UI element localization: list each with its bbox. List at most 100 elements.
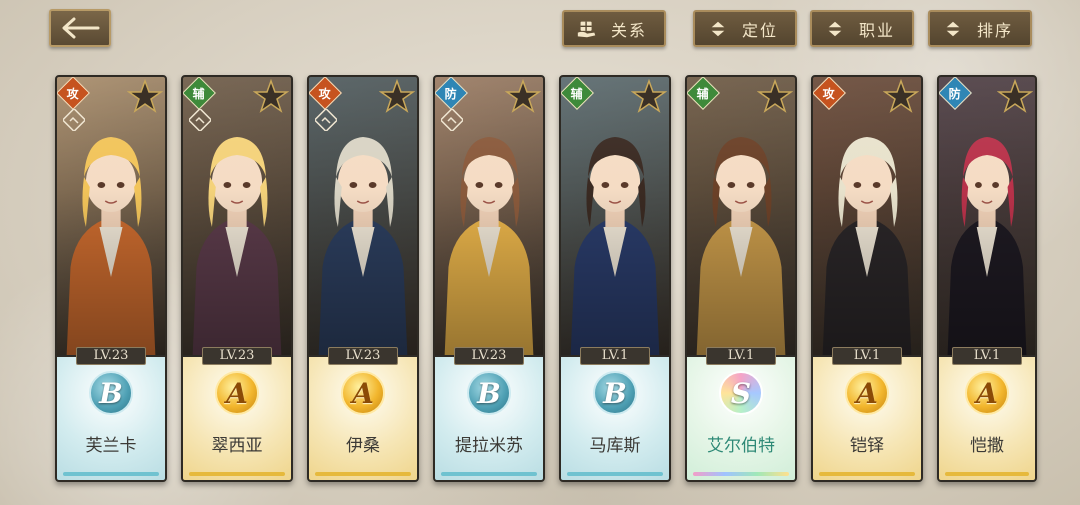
grade-badge: A: [341, 371, 385, 415]
character-name: 恺撒: [970, 436, 1004, 456]
character-card[interactable]: 攻 LV.23 A 伊桑: [307, 75, 419, 482]
character-info: A 铠铎: [813, 357, 921, 480]
sort-updown-icon: [940, 16, 966, 42]
link-icon: [315, 109, 337, 131]
grade-badge: S: [719, 371, 763, 415]
character-card[interactable]: 防 LV.23 B 提拉米苏: [433, 75, 545, 482]
portrait-shade: [939, 77, 1035, 355]
character-name: 马库斯: [589, 436, 641, 456]
role-label: 防: [444, 86, 458, 101]
character-name: 伊桑: [346, 436, 380, 456]
portrait-shade: [813, 77, 921, 355]
link-icon: [63, 109, 85, 131]
rarity-bar: [567, 472, 663, 476]
level-label: LV.23: [454, 347, 524, 365]
level-label: LV.1: [706, 347, 776, 365]
character-portrait: [687, 77, 795, 355]
star-icon: [883, 79, 919, 113]
character-info: A 翠西亚: [183, 357, 291, 480]
grade-badge: A: [215, 371, 259, 415]
level-label: LV.1: [952, 347, 1022, 365]
character-info: A 伊桑: [309, 357, 417, 480]
grade-letter: S: [730, 376, 752, 410]
grade-letter: A: [352, 376, 374, 410]
character-name: 翠西亚: [211, 436, 263, 456]
rarity-bar: [819, 472, 915, 476]
portrait-shade: [561, 77, 669, 355]
star-icon: [379, 79, 415, 113]
relation-label: 关系: [610, 20, 647, 40]
character-portrait: [813, 77, 921, 355]
grade-badge: A: [845, 371, 889, 415]
star-icon: [757, 79, 793, 113]
job-label: 职业: [858, 20, 895, 40]
character-name: 芙兰卡: [85, 436, 137, 456]
grade-letter: A: [976, 376, 998, 410]
grade-letter: A: [856, 376, 878, 410]
level-label: LV.1: [832, 347, 902, 365]
gift-hand-icon: [574, 16, 600, 42]
relation-button[interactable]: 关系: [562, 10, 666, 47]
sort-label: 排序: [976, 20, 1013, 40]
sort-button[interactable]: 排序: [928, 10, 1032, 47]
rarity-bar: [945, 472, 1029, 476]
star-icon: [997, 79, 1033, 113]
role-label: 辅: [192, 86, 206, 101]
rarity-bar: [63, 472, 159, 476]
link-icon: [441, 109, 463, 131]
character-info: A 恺撒: [939, 357, 1035, 480]
top-toolbar: 关系 定位 职业 排序: [0, 0, 1080, 60]
character-portrait: [561, 77, 669, 355]
rarity-bar: [693, 472, 789, 476]
link-icon: [189, 109, 211, 131]
grade-badge: B: [467, 371, 511, 415]
rarity-bar: [315, 472, 411, 476]
position-filter-button[interactable]: 定位: [693, 10, 797, 47]
star-icon: [127, 79, 163, 113]
position-label: 定位: [741, 20, 778, 40]
character-card[interactable]: 辅 LV.1 B 马库斯: [559, 75, 671, 482]
character-name: 铠铎: [850, 436, 884, 456]
rarity-bar: [189, 472, 285, 476]
character-info: S 艾尔伯特: [687, 357, 795, 480]
rarity-bar: [441, 472, 537, 476]
grade-badge: B: [89, 371, 133, 415]
character-card[interactable]: 辅 LV.23 A 翠西亚: [181, 75, 293, 482]
star-icon: [631, 79, 667, 113]
character-portrait: [939, 77, 1035, 355]
role-label: 攻: [318, 86, 332, 101]
grade-letter: B: [603, 376, 627, 410]
character-info: B 芙兰卡: [57, 357, 165, 480]
level-label: LV.23: [202, 347, 272, 365]
grade-letter: B: [99, 376, 123, 410]
role-label: 防: [948, 86, 962, 101]
character-name: 艾尔伯特: [707, 436, 775, 456]
character-info: B 提拉米苏: [435, 357, 543, 480]
level-label: LV.23: [328, 347, 398, 365]
character-card[interactable]: 防 LV.1 A 恺撒: [937, 75, 1037, 482]
character-card[interactable]: 攻 LV.23 B 芙兰卡: [55, 75, 167, 482]
role-label: 辅: [570, 86, 584, 101]
level-label: LV.23: [76, 347, 146, 365]
star-icon: [253, 79, 289, 113]
character-name: 提拉米苏: [455, 436, 523, 456]
arrow-left-icon: [62, 17, 100, 39]
sort-updown-icon: [822, 16, 848, 42]
role-label: 攻: [66, 86, 80, 101]
character-info: B 马库斯: [561, 357, 669, 480]
character-card[interactable]: 辅 LV.1 S 艾尔伯特: [685, 75, 797, 482]
level-label: LV.1: [580, 347, 650, 365]
job-filter-button[interactable]: 职业: [810, 10, 914, 47]
star-icon: [505, 79, 541, 113]
sort-updown-icon: [705, 16, 731, 42]
character-card[interactable]: 攻 LV.1 A 铠铎: [811, 75, 923, 482]
grade-letter: A: [226, 376, 248, 410]
grade-letter: B: [477, 376, 501, 410]
character-list: 攻 LV.23 B 芙兰卡 辅 LV.23 A 翠西亚 攻 LV.23 A 伊桑…: [55, 75, 1080, 485]
portrait-shade: [687, 77, 795, 355]
role-label: 辅: [696, 86, 710, 101]
role-label: 攻: [822, 86, 836, 101]
grade-badge: A: [965, 371, 1009, 415]
back-button[interactable]: [49, 9, 111, 47]
grade-badge: B: [593, 371, 637, 415]
